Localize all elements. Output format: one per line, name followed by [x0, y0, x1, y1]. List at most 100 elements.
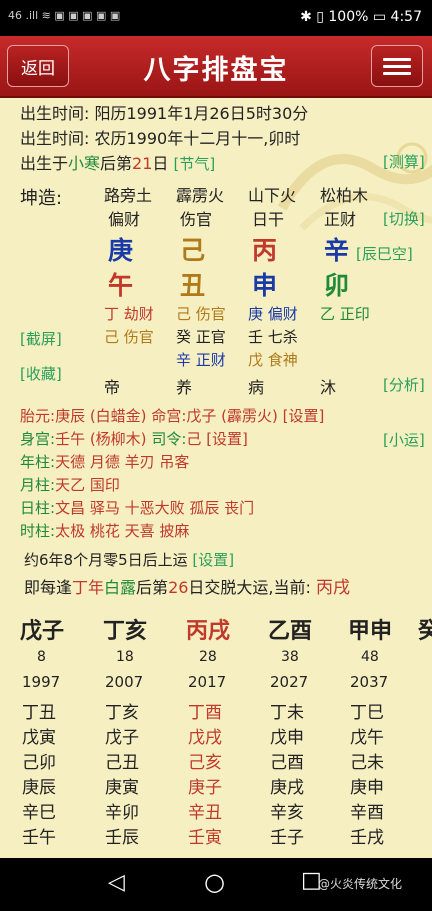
- liunian-year: 丁亥: [105, 703, 139, 723]
- pillar-stage: 养: [176, 378, 193, 397]
- chart-gender-label: 坤造:: [20, 188, 63, 209]
- liunian-year: 庚申: [350, 778, 384, 798]
- hamburger-icon: [383, 54, 411, 79]
- dayun-days: 26: [168, 578, 189, 597]
- pillar-branch: 申: [252, 271, 278, 300]
- cesuan-link[interactable]: [测算]: [383, 151, 425, 172]
- pillar-stage: 帝: [104, 378, 121, 397]
- shensha-label: 年柱:: [20, 453, 56, 471]
- minggong-value: 戊子 (霹雳火): [186, 407, 278, 425]
- liunian-year: 丁未: [270, 703, 304, 723]
- bottom-navigation-bar: ◁ ○ □ @火炎传统文化: [0, 858, 432, 911]
- dayun-age: 18: [116, 649, 134, 665]
- pillar-stem: 己: [180, 236, 206, 265]
- taiyuan-label: 胎元:: [20, 407, 56, 425]
- liunian-year: 己丑: [105, 753, 139, 773]
- pillar-ten-god: 日干: [252, 210, 285, 229]
- liunian-year: 丁酉: [188, 703, 222, 723]
- liunian-year: 丁巳: [350, 703, 384, 723]
- analysis-link[interactable]: [分析]: [383, 374, 425, 395]
- liunian-year: 辛亥: [270, 803, 304, 823]
- liunian-year: 壬辰: [105, 828, 139, 848]
- pillar-stage: 病: [248, 378, 265, 397]
- menu-button[interactable]: [371, 45, 423, 87]
- dayun-start-year: 2017: [188, 673, 227, 691]
- solar-term-day-unit: 日: [152, 154, 169, 173]
- nav-back-icon[interactable]: ◁: [108, 870, 125, 895]
- pillar-stage: 沐: [320, 378, 337, 397]
- shengong-line: 身宫:壬午 (杨柳木) 司令:己 [设置]: [20, 428, 248, 449]
- pillar-hidden-stem: 乙 正印: [320, 305, 370, 323]
- jieqi-link[interactable]: [节气]: [174, 155, 216, 173]
- dayun-age: 48: [361, 649, 379, 665]
- minggong-label: 命宫:: [151, 407, 187, 425]
- dayun-ganzhi[interactable]: 甲申: [348, 613, 392, 645]
- pillar-hidden-stem: 丁 劫财: [104, 305, 154, 323]
- pillar-hidden-stem: 己 伤官: [104, 328, 154, 346]
- app-header: 返回 八字排盘宝: [0, 36, 432, 98]
- liunian-year: 辛丑: [188, 803, 222, 823]
- liunian-year: 戊子: [105, 728, 139, 748]
- watermark-text: @火炎传统文化: [318, 877, 403, 891]
- pillar-stem: 辛: [324, 236, 350, 265]
- pillar-nayin: 路旁土: [104, 186, 153, 205]
- pillar-branch: 丑: [180, 271, 206, 300]
- dayun-age: 38: [281, 649, 299, 665]
- xiaoyun-link[interactable]: [小运]: [383, 429, 425, 450]
- chart-content: 出生时间: 阳历1991年1月26日5时30分 出生时间: 农历1990年十二月…: [0, 98, 432, 858]
- qiyun-text: 约6年8个月零5日后上运: [24, 551, 188, 569]
- app-title: 八字排盘宝: [143, 55, 289, 86]
- dayun-ganzhi[interactable]: 戊子: [20, 613, 64, 645]
- kong-link[interactable]: [辰巳空]: [356, 243, 413, 264]
- taiyuan-line: 胎元:庚辰 (白蜡金) 命宫:戊子 (霹雳火) [设置]: [20, 405, 324, 426]
- status-right-info: ✱ ▯ 100% ▭ 4:57: [300, 9, 422, 25]
- set-link-1[interactable]: [设置]: [283, 407, 325, 425]
- nav-home-icon[interactable]: ○: [204, 868, 225, 896]
- liunian-year: 己卯: [22, 753, 56, 773]
- liunian-year: 辛酉: [350, 803, 384, 823]
- dayun-ganzhi[interactable]: 丁亥: [103, 613, 147, 645]
- dayun-ganzhi[interactable]: 乙酉: [268, 613, 312, 645]
- dayun-suffix: 日交脱大运,当前:: [188, 578, 311, 597]
- pillar-hidden-stem: 己 伤官: [176, 305, 226, 323]
- solar-term: 小寒: [68, 154, 101, 173]
- solar-birth-time: 出生时间: 阳历1991年1月26日5时30分: [20, 104, 309, 123]
- pillar-nayin: 松柏木: [320, 186, 369, 205]
- pillar-branch: 午: [108, 271, 134, 300]
- shensha-value: 天乙 国印: [55, 476, 120, 494]
- shensha-row: 日柱:文昌 驿马 十恶大败 孤辰 丧门: [20, 497, 254, 518]
- shensha-value: 天德 月德 羊刃 吊客: [55, 453, 190, 471]
- liunian-year: 己未: [350, 753, 384, 773]
- liunian-year: 戊戌: [188, 728, 222, 748]
- solar-term-prefix: 出生于: [20, 154, 69, 173]
- dayun-ganzhi[interactable]: 丙戌: [186, 613, 230, 645]
- screenshot-link[interactable]: [截屏]: [20, 328, 62, 349]
- pillar-nayin: 霹雳火: [176, 186, 225, 205]
- pillar-ten-god: 偏财: [108, 210, 141, 229]
- pillar-ten-god: 正财: [324, 210, 357, 229]
- lunar-birth-time: 出生时间: 农历1990年十二月十一,卯时: [20, 129, 301, 148]
- liunian-year: 庚辰: [22, 778, 56, 798]
- shensha-label: 时柱:: [20, 522, 56, 540]
- switch-link[interactable]: [切换]: [383, 208, 425, 229]
- shensha-value: 文昌 驿马 十恶大败 孤辰 丧门: [55, 499, 255, 517]
- pillar-hidden-stem: 庚 偏财: [248, 305, 298, 323]
- pillar-hidden-stem: 壬 七杀: [248, 328, 298, 346]
- liunian-year: 戊申: [270, 728, 304, 748]
- liunian-year: 戊寅: [22, 728, 56, 748]
- set-link-2[interactable]: [设置]: [206, 430, 248, 448]
- dayun-mid: 后第: [136, 578, 169, 597]
- siling-value: 己: [186, 430, 202, 448]
- dayun-age: 28: [199, 649, 217, 665]
- pillar-stem: 庚: [108, 236, 134, 265]
- siling-label: 司令:: [151, 430, 187, 448]
- liunian-year: 庚寅: [105, 778, 139, 798]
- shensha-value: 太极 桃花 天喜 披麻: [55, 522, 190, 540]
- liunian-year: 庚子: [188, 778, 222, 798]
- dayun-rule-line: 即每逢丁年白露后第26日交脱大运,当前: 丙戌: [24, 573, 350, 598]
- liunian-year: 戊午: [350, 728, 384, 748]
- shensha-label: 月柱:: [20, 476, 56, 494]
- collect-link[interactable]: [收藏]: [20, 363, 62, 384]
- liunian-year: 己亥: [188, 753, 222, 773]
- set-link-3[interactable]: [设置]: [192, 551, 234, 569]
